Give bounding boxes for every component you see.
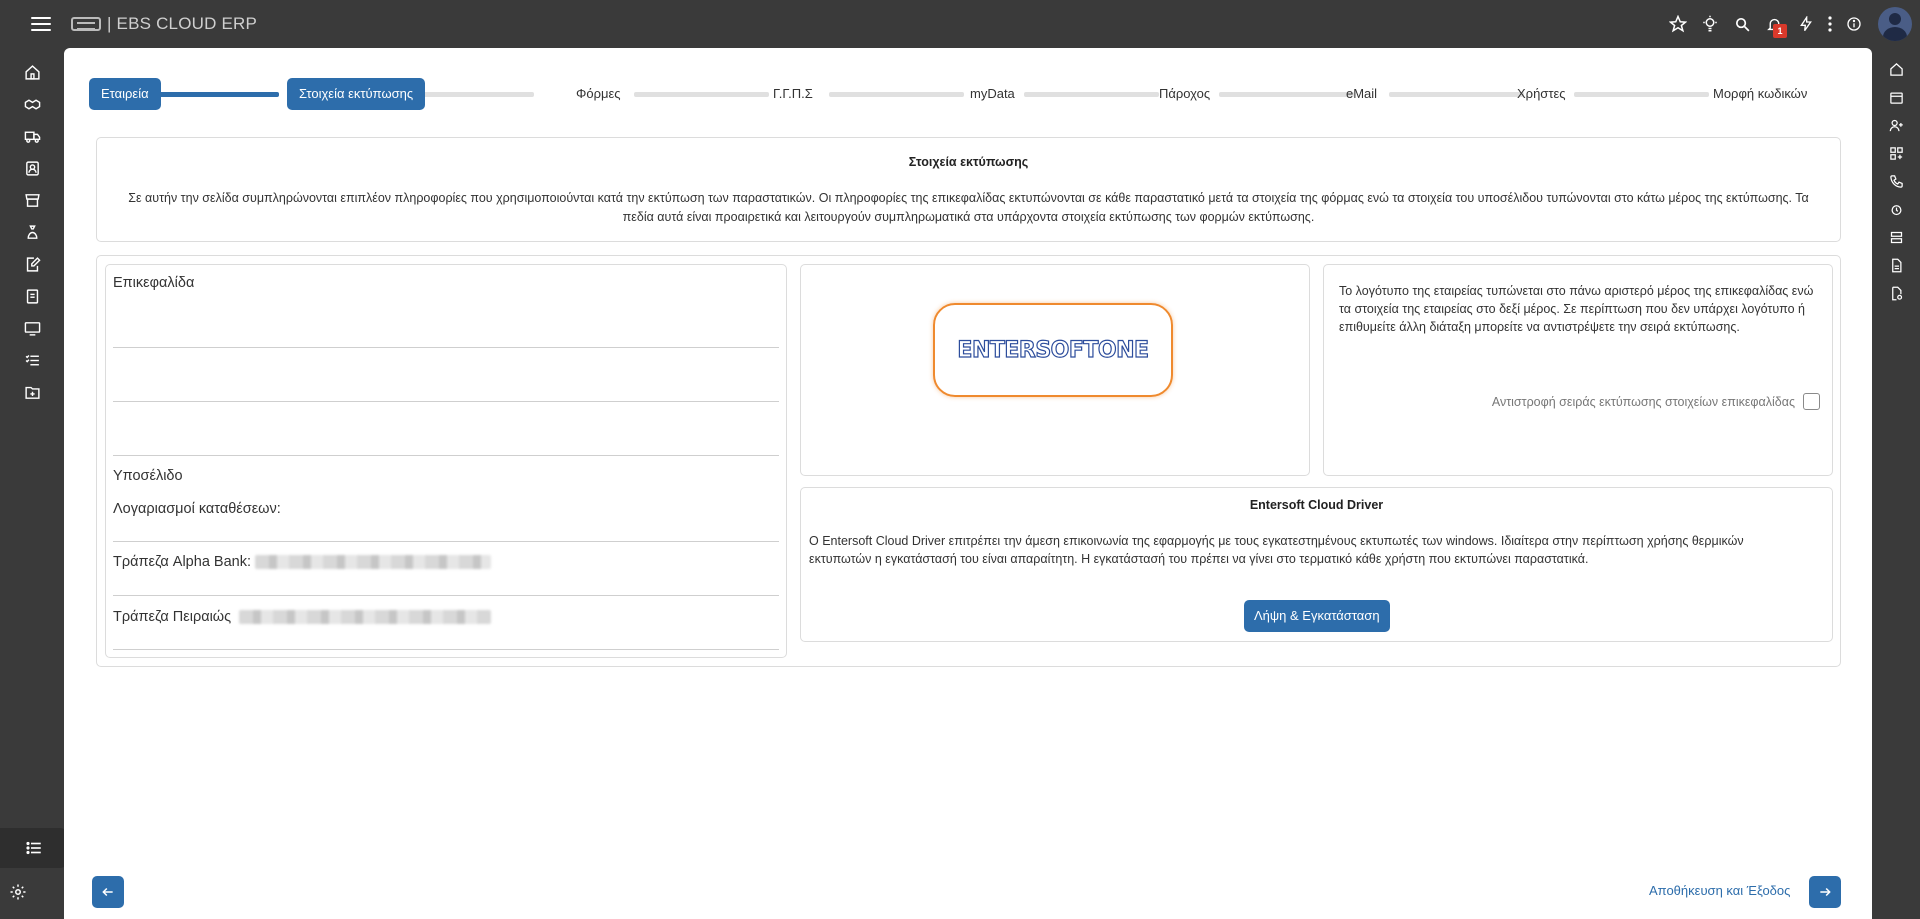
reverse-order-label: Αντιστροφή σειράς εκτύπωσης στοιχείων επ… <box>1491 394 1795 409</box>
edit-doc-icon[interactable] <box>0 249 64 279</box>
bell-icon[interactable]: 1 <box>1758 0 1790 48</box>
bolt-icon[interactable] <box>1790 0 1822 48</box>
gear-icon[interactable] <box>0 874 36 910</box>
calendar-icon[interactable] <box>1872 83 1920 111</box>
footer-line-1[interactable]: Λογαριασμοί καταθέσεων: <box>113 501 281 517</box>
search-icon[interactable] <box>1726 0 1758 48</box>
cloud-driver-title: Entersoft Cloud Driver <box>1249 498 1384 512</box>
step-code-format[interactable]: Μορφή κωδικών <box>1713 78 1807 110</box>
reverse-order-option: Αντιστροφή σειράς εκτύπωσης στοιχείων επ… <box>1492 393 1820 410</box>
stack-icon[interactable] <box>1872 223 1920 251</box>
header-footer-box: Επικεφαλίδα Υποσέλιδο Λογαριασμοί καταθέ… <box>105 264 787 658</box>
intro-panel: Στοιχεία εκτύπωσης Σε αυτήν την σελίδα σ… <box>96 137 1841 242</box>
back-arrow-button[interactable] <box>92 876 124 908</box>
step-connector <box>634 92 769 97</box>
step-connector <box>1024 92 1159 97</box>
step-mydata[interactable]: myData <box>970 78 1015 110</box>
file-settings-icon[interactable] <box>1872 279 1920 307</box>
left-sidebar <box>0 48 68 919</box>
bulb-icon[interactable] <box>1694 0 1726 48</box>
alarm-icon[interactable] <box>1872 195 1920 223</box>
avatar[interactable] <box>1878 7 1912 41</box>
apps-icon[interactable] <box>1872 139 1920 167</box>
brand-logo <box>71 17 101 31</box>
home-icon[interactable] <box>0 57 64 87</box>
footer-divider-1 <box>113 541 779 542</box>
truck-icon[interactable] <box>0 121 64 151</box>
intro-text: Σε αυτήν την σελίδα συμπληρώνονται επιπλ… <box>128 191 1809 224</box>
list-view-icon[interactable] <box>0 828 68 868</box>
save-and-exit-link[interactable]: Αποθήκευση και Έξοδος <box>1649 883 1790 898</box>
step-print-settings[interactable]: Στοιχεία εκτύπωσης <box>287 78 426 110</box>
step-connector <box>1389 92 1524 97</box>
print-settings-panel: Επικεφαλίδα Υποσέλιδο Λογαριασμοί καταθέ… <box>96 255 1841 667</box>
home-icon[interactable] <box>1872 55 1920 83</box>
top-bar: | EBS CLOUD ERP 1 <box>0 0 1920 48</box>
step-provider[interactable]: Πάροχος <box>1159 78 1210 110</box>
print-order-description: Το λογότυπο της εταιρείας τυπώνεται στο … <box>1339 284 1814 334</box>
header-line-3[interactable] <box>113 455 779 456</box>
right-sidebar <box>1872 48 1920 919</box>
next-arrow-button[interactable] <box>1809 876 1841 908</box>
footer-divider-3 <box>113 649 779 650</box>
folder-icon[interactable] <box>0 377 64 407</box>
print-order-box: Το λογότυπο της εταιρείας τυπώνεται στο … <box>1323 264 1833 476</box>
step-ggps[interactable]: Γ.Γ.Π.Σ <box>773 78 813 110</box>
footer-divider-2 <box>113 595 779 596</box>
notification-badge: 1 <box>1773 24 1787 38</box>
header-line-1[interactable] <box>113 347 779 348</box>
hamburger-menu-icon[interactable] <box>31 17 51 31</box>
contact-card-icon[interactable] <box>0 153 64 183</box>
company-logo-upload[interactable]: ENTERSOFTONE <box>933 303 1173 397</box>
checklist-icon[interactable] <box>0 345 64 375</box>
footer-label: Υποσέλιδο <box>113 468 183 484</box>
footer-line-2[interactable]: Τράπεζα Alpha Bank: <box>113 554 492 570</box>
footer-line-2-text: Τράπεζα Alpha Bank: <box>113 554 251 570</box>
star-icon[interactable] <box>1662 0 1694 48</box>
footer-line-3-text: Τράπεζα Πειραιώς <box>113 609 232 625</box>
document-icon[interactable] <box>1872 251 1920 279</box>
footer-line-3[interactable]: Τράπεζα Πειραιώς <box>113 609 492 625</box>
add-user-icon[interactable] <box>1872 111 1920 139</box>
header-line-2[interactable] <box>113 401 779 402</box>
download-install-button[interactable]: Λήψη & Εγκατάσταση <box>1244 600 1390 632</box>
step-connector <box>1219 92 1354 97</box>
info-icon[interactable] <box>1838 0 1870 48</box>
header-label: Επικεφαλίδα <box>113 275 195 291</box>
phone-icon[interactable] <box>1872 167 1920 195</box>
reverse-order-checkbox[interactable] <box>1803 393 1820 410</box>
company-logo-text: ENTERSOFTONE <box>957 337 1150 363</box>
step-company[interactable]: Εταιρεία <box>89 78 161 110</box>
cloud-driver-box: Entersoft Cloud Driver Ο Entersoft Cloud… <box>800 487 1833 642</box>
redacted-account <box>255 555 492 570</box>
intro-title: Στοιχεία εκτύπωσης <box>908 155 1029 169</box>
step-connector <box>829 92 964 97</box>
step-email[interactable]: eMail <box>1346 78 1377 110</box>
cloud-driver-description: Ο Entersoft Cloud Driver επιτρέπει την ά… <box>809 534 1744 566</box>
monitor-icon[interactable] <box>0 313 64 343</box>
receipt-icon[interactable] <box>0 281 64 311</box>
store-icon[interactable] <box>0 185 64 215</box>
wizard-stepper: Εταιρεία Στοιχεία εκτύπωσης Φόρμες Γ.Γ.Π… <box>89 78 1839 110</box>
step-users[interactable]: Χρήστες <box>1517 78 1566 110</box>
step-connector <box>1574 92 1709 97</box>
handshake-icon[interactable] <box>0 89 64 119</box>
logo-box: ENTERSOFTONE <box>800 264 1310 476</box>
redacted-account <box>239 610 492 625</box>
money-bag-icon[interactable] <box>0 217 64 247</box>
app-title: | EBS CLOUD ERP <box>107 14 258 33</box>
main-content: Εταιρεία Στοιχεία εκτύπωσης Φόρμες Γ.Γ.Π… <box>64 48 1872 919</box>
top-icons: 1 <box>1662 0 1920 48</box>
step-forms[interactable]: Φόρμες <box>576 78 621 110</box>
more-vertical-icon[interactable] <box>1822 0 1838 48</box>
